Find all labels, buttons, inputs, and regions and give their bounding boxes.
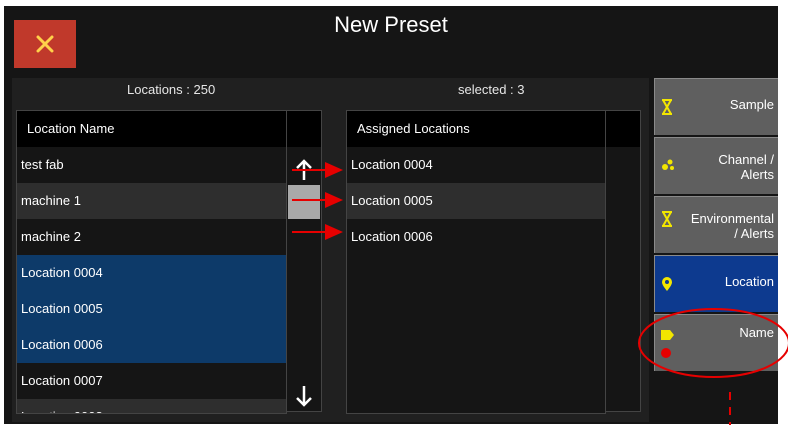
annotation-circle <box>638 308 788 378</box>
annotation-overlay <box>292 162 788 425</box>
